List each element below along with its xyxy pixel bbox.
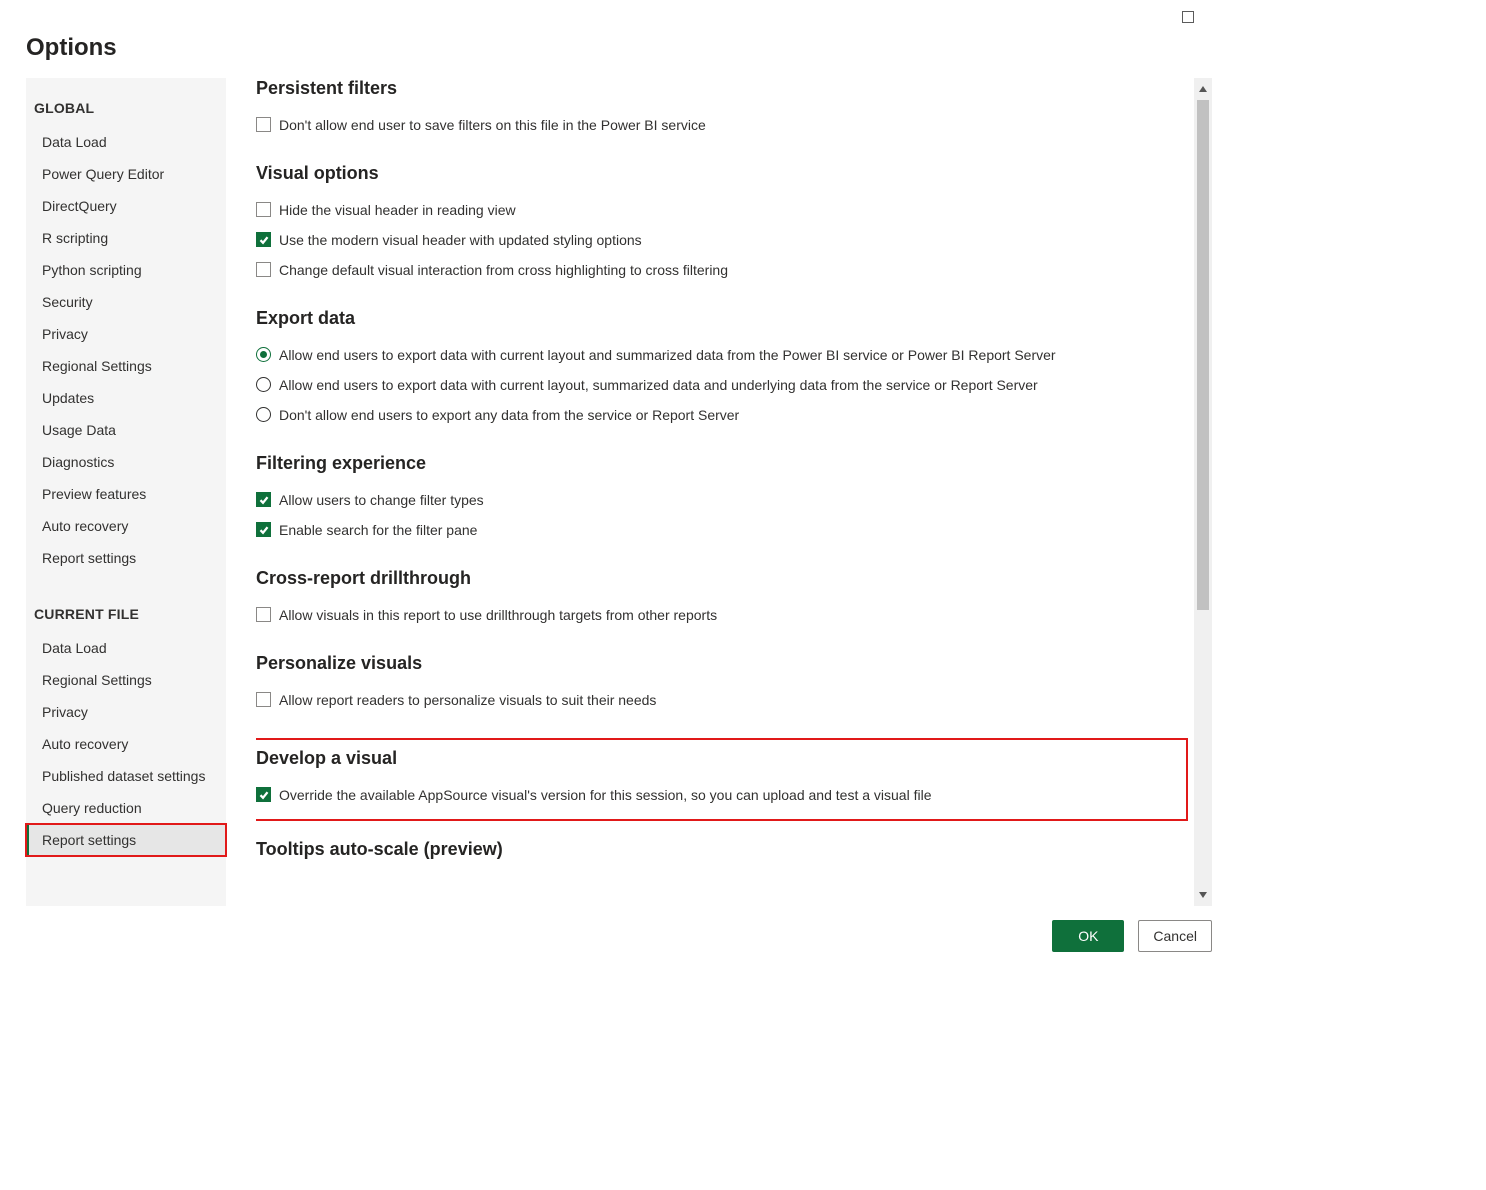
chevron-up-icon bbox=[1198, 84, 1208, 94]
sidebar-group-global: GLOBAL bbox=[26, 94, 226, 126]
chevron-down-icon bbox=[1198, 890, 1208, 900]
section-title: Develop a visual bbox=[256, 748, 1174, 769]
sidebar-item-usage-data[interactable]: Usage Data bbox=[26, 414, 226, 446]
option-label: Change default visual interaction from c… bbox=[279, 260, 728, 280]
sidebar-item-data-load[interactable]: Data Load bbox=[26, 126, 226, 158]
option-label: Don't allow end users to export any data… bbox=[279, 405, 739, 425]
option-label: Allow users to change filter types bbox=[279, 490, 484, 510]
option-label: Enable search for the filter pane bbox=[279, 520, 477, 540]
section-visual-options: Visual options Hide the visual header in… bbox=[256, 163, 1188, 286]
radio-icon bbox=[256, 407, 271, 422]
sidebar-item-python-scripting[interactable]: Python scripting bbox=[26, 254, 226, 286]
checkbox-icon bbox=[256, 262, 271, 277]
checkbox-icon bbox=[256, 117, 271, 132]
dialog-footer: OK Cancel bbox=[26, 906, 1212, 952]
sidebar-item-power-query-editor[interactable]: Power Query Editor bbox=[26, 158, 226, 190]
option-label: Allow visuals in this report to use dril… bbox=[279, 605, 717, 625]
section-cross-report-drillthrough: Cross-report drillthrough Allow visuals … bbox=[256, 568, 1188, 631]
section-develop-visual-highlighted: Develop a visual Override the available … bbox=[256, 738, 1188, 821]
option-label: Override the available AppSource visual'… bbox=[279, 785, 931, 805]
checkbox-icon bbox=[256, 492, 271, 507]
sidebar-item-cf-data-load[interactable]: Data Load bbox=[26, 632, 226, 664]
scrollbar-vertical[interactable] bbox=[1194, 78, 1212, 906]
sidebar-nav: GLOBAL Data Load Power Query Editor Dire… bbox=[26, 78, 226, 906]
maximize-icon bbox=[1182, 11, 1194, 23]
sidebar-item-preview-features[interactable]: Preview features bbox=[26, 478, 226, 510]
option-dont-allow-save-filters[interactable]: Don't allow end user to save filters on … bbox=[256, 111, 1188, 141]
option-export-none[interactable]: Don't allow end users to export any data… bbox=[256, 401, 1188, 431]
option-change-default-interaction[interactable]: Change default visual interaction from c… bbox=[256, 256, 1188, 286]
section-title: Filtering experience bbox=[256, 453, 1188, 474]
sidebar-item-r-scripting[interactable]: R scripting bbox=[26, 222, 226, 254]
sidebar-item-report-settings-global[interactable]: Report settings bbox=[26, 542, 226, 574]
sidebar-item-auto-recovery[interactable]: Auto recovery bbox=[26, 510, 226, 542]
sidebar-item-cf-report-settings[interactable]: Report settings bbox=[26, 824, 226, 856]
ok-button[interactable]: OK bbox=[1052, 920, 1124, 952]
option-label: Allow end users to export data with curr… bbox=[279, 375, 1038, 395]
option-label: Hide the visual header in reading view bbox=[279, 200, 516, 220]
window-maximize-button[interactable] bbox=[1178, 7, 1198, 27]
option-label: Allow end users to export data with curr… bbox=[279, 345, 1056, 365]
sidebar-item-directquery[interactable]: DirectQuery bbox=[26, 190, 226, 222]
section-title: Persistent filters bbox=[256, 78, 1188, 99]
section-persistent-filters: Persistent filters Don't allow end user … bbox=[256, 78, 1188, 141]
section-title: Cross-report drillthrough bbox=[256, 568, 1188, 589]
sidebar-item-cf-published-dataset-settings[interactable]: Published dataset settings bbox=[26, 760, 226, 792]
sidebar-item-cf-query-reduction[interactable]: Query reduction bbox=[26, 792, 226, 824]
section-title: Tooltips auto-scale (preview) bbox=[256, 839, 1188, 860]
sidebar-item-cf-auto-recovery[interactable]: Auto recovery bbox=[26, 728, 226, 760]
scroll-track[interactable] bbox=[1194, 100, 1212, 884]
section-export-data: Export data Allow end users to export da… bbox=[256, 308, 1188, 431]
checkbox-icon bbox=[256, 522, 271, 537]
option-allow-change-filter-types[interactable]: Allow users to change filter types bbox=[256, 486, 1188, 516]
option-export-underlying[interactable]: Allow end users to export data with curr… bbox=[256, 371, 1188, 401]
sidebar-item-security[interactable]: Security bbox=[26, 286, 226, 318]
option-label: Allow report readers to personalize visu… bbox=[279, 690, 656, 710]
checkbox-icon bbox=[256, 607, 271, 622]
section-tooltips-auto-scale: Tooltips auto-scale (preview) bbox=[256, 839, 1188, 860]
option-label: Don't allow end user to save filters on … bbox=[279, 115, 706, 135]
checkbox-icon bbox=[256, 692, 271, 707]
option-allow-cross-report-drillthrough[interactable]: Allow visuals in this report to use dril… bbox=[256, 601, 1188, 631]
scroll-down-button[interactable] bbox=[1194, 884, 1212, 906]
close-icon bbox=[1210, 7, 1230, 27]
option-override-appsource-visual[interactable]: Override the available AppSource visual'… bbox=[256, 781, 1174, 811]
checkbox-icon bbox=[256, 202, 271, 217]
sidebar-group-current-file: CURRENT FILE bbox=[26, 600, 226, 632]
option-allow-personalize-visuals[interactable]: Allow report readers to personalize visu… bbox=[256, 686, 1188, 716]
radio-icon bbox=[256, 377, 271, 392]
scroll-thumb[interactable] bbox=[1197, 100, 1209, 610]
sidebar-item-cf-privacy[interactable]: Privacy bbox=[26, 696, 226, 728]
sidebar-item-privacy[interactable]: Privacy bbox=[26, 318, 226, 350]
section-title: Visual options bbox=[256, 163, 1188, 184]
option-hide-visual-header[interactable]: Hide the visual header in reading view bbox=[256, 196, 1188, 226]
scroll-up-button[interactable] bbox=[1194, 78, 1212, 100]
sidebar-item-cf-regional-settings[interactable]: Regional Settings bbox=[26, 664, 226, 696]
option-enable-filter-search[interactable]: Enable search for the filter pane bbox=[256, 516, 1188, 546]
option-modern-visual-header[interactable]: Use the modern visual header with update… bbox=[256, 226, 1188, 256]
dialog-title: Options bbox=[26, 34, 1212, 62]
section-title: Personalize visuals bbox=[256, 653, 1188, 674]
sidebar-item-regional-settings[interactable]: Regional Settings bbox=[26, 350, 226, 382]
option-label: Use the modern visual header with update… bbox=[279, 230, 642, 250]
window-close-button[interactable] bbox=[1210, 7, 1230, 27]
sidebar-item-updates[interactable]: Updates bbox=[26, 382, 226, 414]
section-filtering-experience: Filtering experience Allow users to chan… bbox=[256, 453, 1188, 546]
cancel-button[interactable]: Cancel bbox=[1138, 920, 1212, 952]
section-personalize-visuals: Personalize visuals Allow report readers… bbox=[256, 653, 1188, 716]
checkbox-icon bbox=[256, 787, 271, 802]
sidebar-item-diagnostics[interactable]: Diagnostics bbox=[26, 446, 226, 478]
content-pane: Persistent filters Don't allow end user … bbox=[256, 78, 1212, 906]
radio-icon bbox=[256, 347, 271, 362]
checkbox-icon bbox=[256, 232, 271, 247]
section-title: Export data bbox=[256, 308, 1188, 329]
option-export-summarized[interactable]: Allow end users to export data with curr… bbox=[256, 341, 1188, 371]
